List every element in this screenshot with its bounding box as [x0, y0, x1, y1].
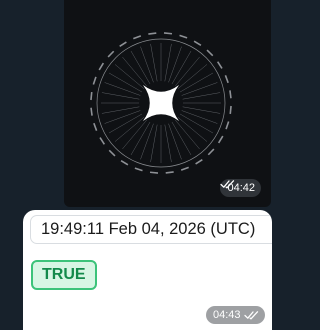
ray-line — [108, 113, 143, 134]
ring-glyph — [92, 76, 97, 85]
ring-glyph — [90, 91, 93, 101]
ray-line — [182, 92, 221, 100]
ray-line — [114, 64, 145, 90]
ray-line — [122, 56, 148, 87]
ring-glyph — [206, 49, 214, 57]
ring-glyph — [119, 41, 127, 48]
ray-line — [181, 110, 218, 124]
ray-line — [164, 43, 172, 82]
ray-line — [164, 124, 172, 163]
ray-line — [168, 123, 182, 160]
ring-glyph — [90, 107, 93, 116]
ring-glyph — [134, 167, 143, 172]
ring-logo-image — [90, 32, 232, 174]
ring-glyph — [120, 159, 129, 166]
ring-glyph — [195, 158, 203, 165]
ray-line — [150, 43, 158, 82]
ring-glyph — [133, 35, 142, 40]
ray-line — [171, 121, 192, 156]
ray-line — [174, 56, 200, 87]
ring-glyph — [207, 148, 215, 156]
timestamp-box: 19:49:11 Feb 04, 2026 (UTC) — [30, 215, 272, 244]
ring-glyph — [165, 171, 174, 174]
timestamp-text: 19:49:11 Feb 04, 2026 (UTC) — [41, 220, 256, 238]
ring-glyph — [149, 171, 159, 174]
ring-glyph — [180, 166, 189, 171]
ring-glyph — [163, 32, 173, 35]
ray-line — [104, 82, 141, 96]
ray-line — [179, 72, 214, 93]
ray-line — [174, 119, 200, 150]
ring-glyph — [107, 50, 115, 58]
ring-glyph — [217, 135, 224, 144]
double-check-icon — [220, 180, 235, 189]
ring-glyph — [108, 149, 116, 157]
ray-line — [122, 119, 148, 150]
chat-panel: 04:42 19:49:11 Feb 04, 2026 (UTC) TRUE 0… — [0, 0, 289, 330]
ray-line — [181, 82, 218, 96]
ray-line — [150, 124, 158, 163]
ring-glyph — [229, 90, 232, 99]
ring-glyph — [98, 62, 105, 71]
ring-glyph — [179, 34, 188, 39]
ray-line — [182, 106, 221, 114]
ray-line — [130, 121, 151, 156]
ray-line — [168, 46, 182, 83]
ring-glyph — [93, 122, 98, 131]
ray-line — [177, 64, 208, 90]
ray-line — [101, 92, 140, 100]
true-badge-label: TRUE — [42, 266, 86, 283]
ring-glyph — [193, 40, 202, 47]
ray-line — [104, 110, 141, 124]
ray-line — [171, 50, 192, 85]
ray-line — [179, 113, 214, 134]
ray-line — [108, 72, 143, 93]
message-time-badge: 04:43 — [206, 306, 265, 324]
star-logo-icon — [143, 85, 179, 121]
ray-line — [140, 123, 154, 160]
true-badge: TRUE — [31, 260, 97, 290]
ring-glyph — [148, 32, 157, 35]
ring-glyph — [99, 137, 106, 145]
ring-glyph — [216, 61, 223, 69]
ring-glyph — [224, 75, 229, 84]
ray-line — [130, 50, 151, 85]
ring-glyph — [225, 121, 230, 130]
ray-line — [101, 106, 140, 114]
image-message[interactable]: 04:42 — [64, 0, 271, 207]
double-check-icon — [243, 311, 258, 320]
text-message[interactable]: 19:49:11 Feb 04, 2026 (UTC) TRUE 04:43 — [23, 210, 272, 330]
message-time: 04:43 — [213, 309, 241, 321]
ray-line — [140, 46, 154, 83]
ray-line — [114, 116, 145, 142]
message-time-badge: 04:42 — [220, 179, 261, 197]
ray-line — [177, 116, 208, 142]
ring-glyph — [229, 105, 232, 115]
